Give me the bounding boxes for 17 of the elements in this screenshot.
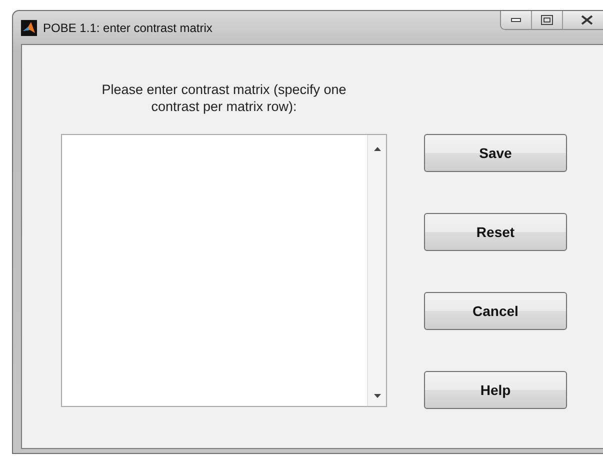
minimize-icon — [511, 18, 521, 22]
scrollbar[interactable] — [367, 135, 386, 406]
maximize-icon — [541, 15, 553, 25]
prompt-text: Please enter contrast matrix (specify one contrast per matrix row): — [100, 81, 348, 116]
maximize-button[interactable] — [532, 11, 563, 29]
app-logo-icon — [21, 20, 37, 36]
scroll-down-icon[interactable] — [374, 394, 380, 398]
close-button[interactable] — [563, 11, 603, 29]
window-title: POBE 1.1: enter contrast matrix — [43, 20, 212, 34]
dialog-button[interactable]: Cancel — [424, 292, 567, 330]
matrix-input-field[interactable] — [61, 134, 387, 407]
scroll-up-icon[interactable] — [374, 147, 380, 151]
dialog-button[interactable]: Reset — [424, 213, 567, 251]
dialog-button[interactable]: Help — [424, 371, 567, 409]
close-icon — [581, 15, 593, 25]
dialog-button[interactable]: Save — [424, 134, 567, 172]
minimize-button[interactable] — [501, 11, 532, 29]
